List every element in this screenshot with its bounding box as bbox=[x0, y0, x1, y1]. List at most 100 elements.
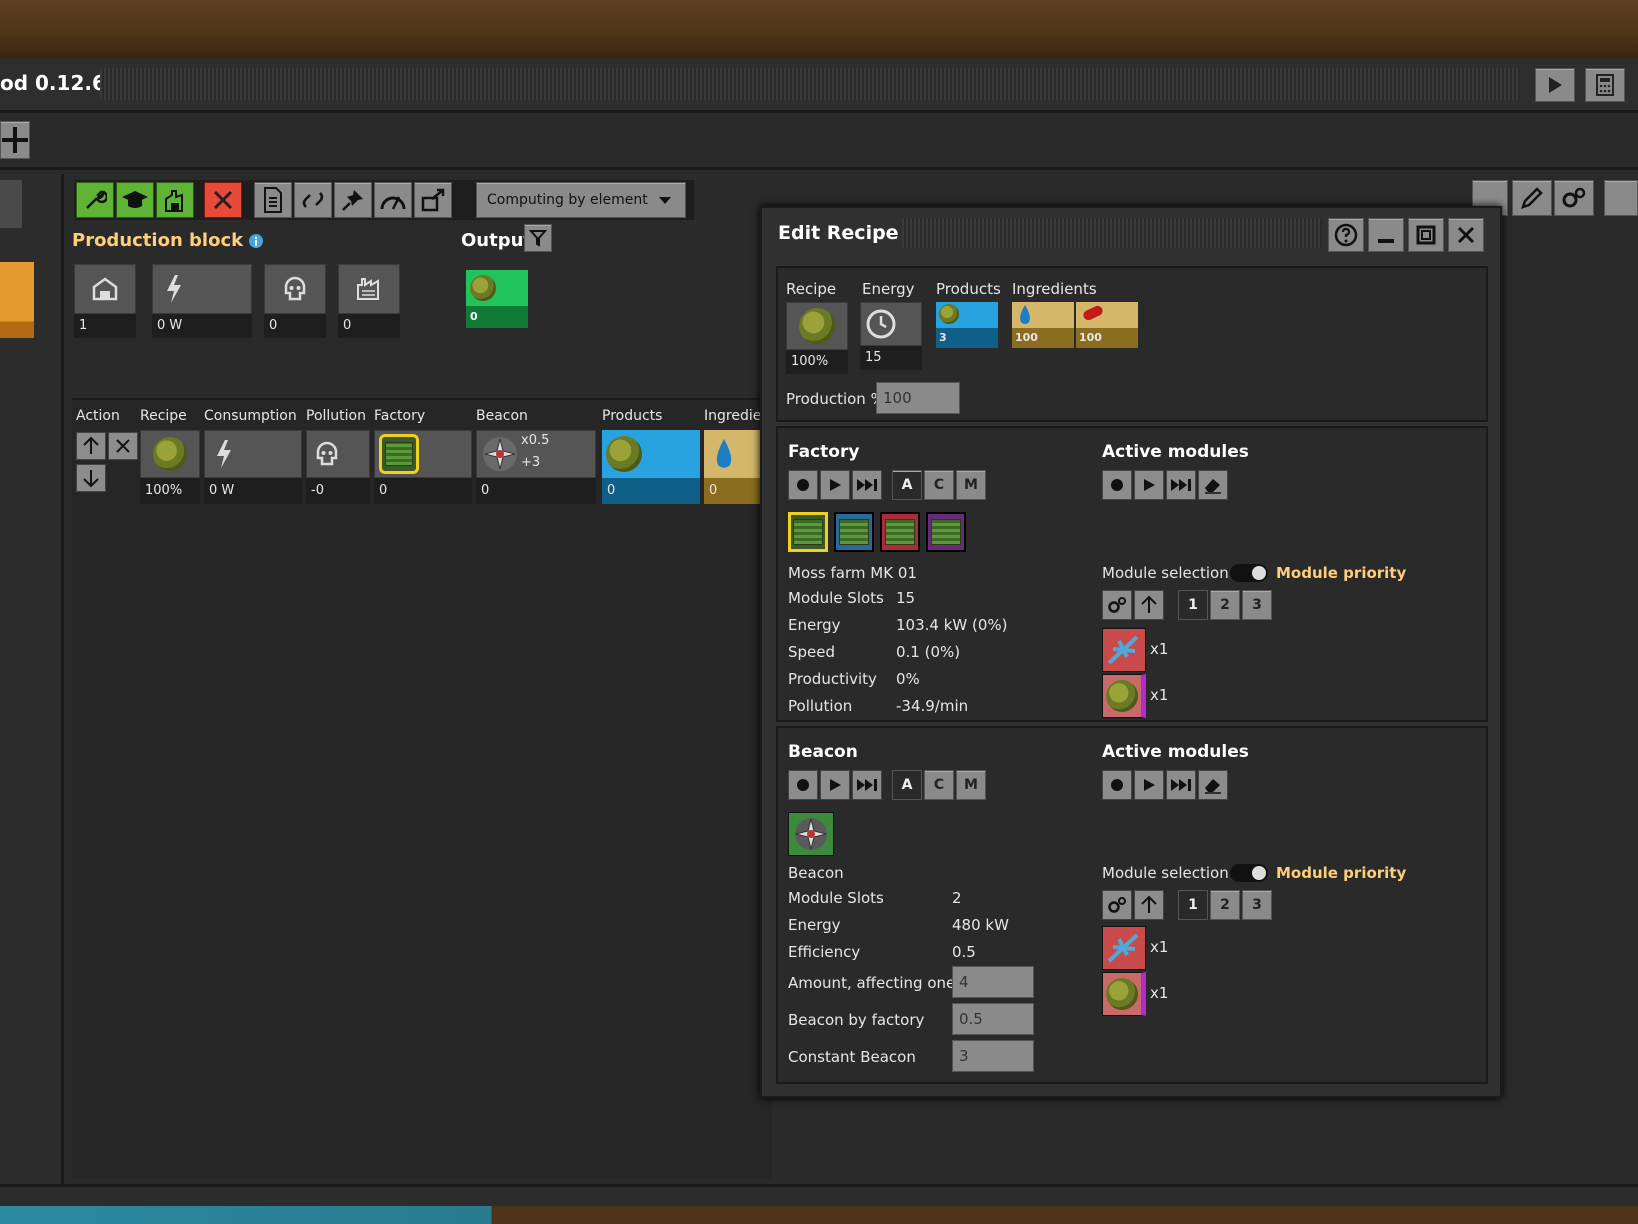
eraser-icon bbox=[1205, 479, 1221, 494]
close-button[interactable] bbox=[1448, 218, 1484, 252]
dialog-drag-handle[interactable] bbox=[902, 218, 1322, 248]
beacon-priority-up-button[interactable] bbox=[1134, 890, 1164, 920]
speed-button[interactable] bbox=[374, 182, 412, 218]
factory-play-button[interactable] bbox=[820, 470, 850, 500]
module-priority-up-button[interactable] bbox=[1134, 590, 1164, 620]
link-button[interactable] bbox=[294, 182, 332, 218]
beacon-by-factory-input[interactable]: 0.5 bbox=[952, 1003, 1034, 1035]
beacon-record-button[interactable] bbox=[788, 770, 818, 800]
factory-name: Moss farm MK 01 bbox=[788, 564, 917, 582]
factory-m-button[interactable]: M bbox=[956, 470, 986, 500]
play-button[interactable] bbox=[1535, 68, 1575, 102]
settings-button[interactable] bbox=[76, 182, 114, 218]
beacon-c-button[interactable]: C bbox=[924, 770, 954, 800]
beacon-panel: Beacon A C M Beacon Module Slots 2 Energ… bbox=[776, 726, 1488, 1084]
maximize-button[interactable] bbox=[1408, 218, 1444, 252]
computing-mode-dropdown[interactable]: Computing by element bbox=[476, 182, 686, 218]
row-products-cell[interactable]: 0 bbox=[602, 430, 700, 506]
minimize-button[interactable] bbox=[1368, 218, 1404, 252]
modules-erase-button[interactable] bbox=[1198, 470, 1228, 500]
document-button[interactable] bbox=[254, 182, 292, 218]
arrow-up-icon bbox=[1141, 895, 1157, 913]
factory-skip-button[interactable] bbox=[852, 470, 882, 500]
priority-2-button[interactable]: 2 bbox=[1210, 590, 1240, 620]
beacon-modules-erase-button[interactable] bbox=[1198, 770, 1228, 800]
edit-button[interactable] bbox=[1512, 180, 1552, 216]
beacon-a-button[interactable]: A bbox=[892, 770, 922, 800]
add-block-button[interactable] bbox=[0, 121, 30, 159]
output-filter-button[interactable] bbox=[524, 224, 552, 252]
factory-option-mk04[interactable] bbox=[926, 512, 966, 552]
summary-ingredient-1[interactable]: 100 bbox=[1012, 302, 1074, 348]
beacon-modules-play-button[interactable] bbox=[1134, 770, 1164, 800]
constant-beacon-input[interactable]: 3 bbox=[952, 1040, 1034, 1072]
module-priority-settings-button[interactable] bbox=[1102, 590, 1132, 620]
beacon-priority-1-button[interactable]: 1 bbox=[1178, 890, 1208, 920]
document-icon bbox=[264, 187, 282, 213]
beacon-module-2-count: x1 bbox=[1150, 984, 1169, 1002]
row-pollution-cell: -0 bbox=[306, 430, 370, 506]
delete-block-button[interactable] bbox=[204, 182, 242, 218]
help-button[interactable] bbox=[1328, 218, 1364, 252]
factory-record-button[interactable] bbox=[788, 470, 818, 500]
beacon-module-2[interactable] bbox=[1102, 972, 1146, 1016]
modules-skip-button[interactable] bbox=[1166, 470, 1196, 500]
modules-play-button[interactable] bbox=[1134, 470, 1164, 500]
row-beacon-cell[interactable]: x0.5 +3 0 bbox=[476, 430, 596, 506]
factory-a-button[interactable]: A bbox=[892, 470, 922, 500]
beacon-option[interactable] bbox=[788, 812, 834, 856]
beacon-amount-label: Amount, affecting one bbox=[788, 974, 956, 992]
factory-c-button[interactable]: C bbox=[924, 470, 954, 500]
beacon-priority-3-button[interactable]: 3 bbox=[1242, 890, 1272, 920]
preferences-button[interactable] bbox=[1554, 180, 1594, 216]
summary-ingredient-2[interactable]: 100 bbox=[1076, 302, 1138, 348]
remove-row-button[interactable] bbox=[108, 432, 138, 460]
factory-option-mk03[interactable] bbox=[880, 512, 920, 552]
beacon-amount-input[interactable]: 4 bbox=[952, 966, 1034, 998]
window-toggle-button[interactable] bbox=[1604, 180, 1638, 216]
beacon-priority-settings-button[interactable] bbox=[1102, 890, 1132, 920]
sidebar-block-2[interactable] bbox=[0, 262, 34, 338]
production-pct-input[interactable]: 100 bbox=[876, 382, 960, 414]
calculator-button[interactable] bbox=[1585, 68, 1625, 102]
summary-product-cell[interactable]: 3 bbox=[936, 302, 998, 348]
tutorial-button[interactable] bbox=[116, 182, 154, 218]
modules-record-button[interactable] bbox=[1102, 470, 1132, 500]
priority-3-button[interactable]: 3 bbox=[1242, 590, 1272, 620]
info-icon[interactable] bbox=[249, 234, 264, 248]
beacon-module-1[interactable] bbox=[1102, 926, 1146, 970]
beacon-priority-2-button[interactable]: 2 bbox=[1210, 890, 1240, 920]
priority-1-button[interactable]: 1 bbox=[1178, 590, 1208, 620]
beacon-play-button[interactable] bbox=[820, 770, 850, 800]
arrow-down-icon bbox=[83, 470, 99, 488]
moss-farm-icon bbox=[379, 434, 419, 474]
pin-button[interactable] bbox=[334, 182, 372, 218]
beacon-m-button[interactable]: M bbox=[956, 770, 986, 800]
beacon-module-priority-label: Module priority bbox=[1276, 864, 1407, 882]
move-down-button[interactable] bbox=[76, 464, 106, 492]
gears-icon bbox=[1562, 187, 1586, 208]
sidebar-block-1[interactable] bbox=[0, 180, 22, 228]
title-drag-handle[interactable] bbox=[100, 68, 1520, 100]
move-up-button[interactable] bbox=[76, 432, 106, 460]
factory-module-1[interactable] bbox=[1102, 628, 1146, 672]
beacon-skip-button[interactable] bbox=[852, 770, 882, 800]
output-item[interactable]: 0 bbox=[466, 270, 528, 328]
factory-option-mk01[interactable] bbox=[788, 512, 828, 552]
block-tab-bar bbox=[0, 116, 1638, 170]
constant-beacon-label: Constant Beacon bbox=[788, 1048, 916, 1066]
factory-button[interactable] bbox=[156, 182, 194, 218]
row-consumption-cell: 0 W bbox=[204, 430, 302, 506]
row-recipe-cell[interactable]: 100% bbox=[140, 430, 200, 506]
close-icon bbox=[116, 439, 130, 453]
row-ingredients-cell[interactable]: 0 bbox=[704, 430, 762, 506]
beacon-module-priority-toggle[interactable] bbox=[1230, 864, 1268, 882]
module-priority-toggle[interactable] bbox=[1230, 564, 1268, 582]
export-button[interactable] bbox=[414, 182, 452, 218]
summary-recipe-cell[interactable]: 100% bbox=[786, 302, 848, 374]
factory-module-2[interactable] bbox=[1102, 674, 1146, 718]
beacon-modules-skip-button[interactable] bbox=[1166, 770, 1196, 800]
factory-option-mk02[interactable] bbox=[834, 512, 874, 552]
row-factory-cell[interactable]: 0 bbox=[374, 430, 472, 506]
beacon-modules-record-button[interactable] bbox=[1102, 770, 1132, 800]
